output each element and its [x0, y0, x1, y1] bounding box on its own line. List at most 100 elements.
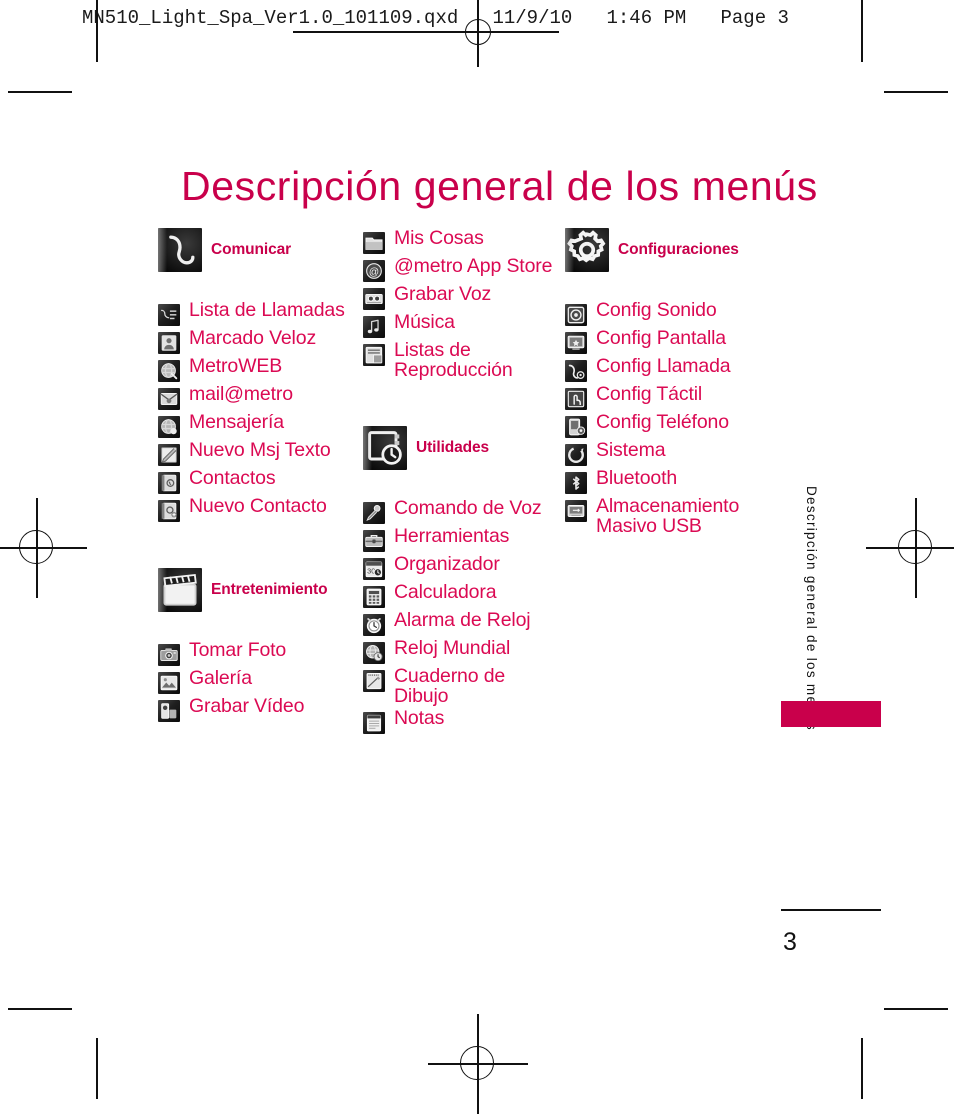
menu-item-label: Tomar Foto: [189, 639, 287, 661]
menu-item-list: Comando de Voz Herramientas 30 Organizador C…: [363, 497, 563, 735]
menu-item-config-sonido[interactable]: Config Sonido: [565, 300, 780, 326]
category-spacer: [565, 276, 780, 300]
menu-item-label: Config Sonido: [596, 299, 717, 321]
menu-item-label: Alarma de Reloj: [394, 609, 531, 632]
menu-item-label: Sistema: [596, 439, 666, 461]
speed-dial-person-icon: [158, 332, 180, 354]
menu-item-galeria[interactable]: Galería: [158, 668, 358, 694]
menu-item-config-telefono[interactable]: Config Teléfono: [565, 412, 780, 438]
menu-item-mail-metro[interactable]: mail@metro: [158, 384, 358, 410]
menu-category-label: Utilidades: [416, 439, 490, 457]
touch-settings-icon: [565, 388, 587, 410]
menu-item-label: Reloj Mundial: [394, 637, 511, 660]
page-number: 3: [783, 928, 797, 956]
menu-item-label: Mis Cosas: [394, 227, 484, 249]
menu-item-label: Mensajería: [189, 411, 284, 433]
sound-settings-icon: [565, 304, 587, 326]
menu-item-grabar-video[interactable]: Grabar Vídeo: [158, 696, 358, 722]
menu-item-nuevo-contacto[interactable]: Nuevo Contacto: [158, 496, 358, 522]
menu-item-calculadora[interactable]: Calculadora: [363, 581, 563, 609]
menu-item-label: Comando de Voz: [394, 497, 542, 520]
camcorder-icon: [158, 700, 180, 722]
display-settings-icon: [565, 332, 587, 354]
menu-item-list: Tomar Foto Galería Grabar Vídeo: [158, 640, 358, 722]
menu-item-list: Mis Cosas @ @metro App Store Grabar Voz Músi…: [363, 228, 563, 380]
sketchpad-icon: [363, 670, 385, 693]
menu-item-metroweb[interactable]: MetroWEB: [158, 356, 358, 382]
menu-item-nuevo-msj-texto[interactable]: Nuevo Msj Texto: [158, 440, 358, 466]
system-icon: [565, 444, 587, 466]
menu-item-config-llamada[interactable]: Config Llamada: [565, 356, 780, 382]
menu-item-label: Config Llamada: [596, 355, 731, 377]
menu-item-mensajeria[interactable]: Mensajería: [158, 412, 358, 438]
menu-item-label: Grabar Voz: [394, 283, 492, 305]
menu-category-configuraciones[interactable]: Configuraciones: [565, 228, 780, 272]
menu-item-label: Calculadora: [394, 581, 497, 604]
bluetooth-icon: [565, 472, 587, 494]
menu-category-label: Comunicar: [211, 240, 292, 258]
menu-item-label: Nuevo Msj Texto: [189, 439, 331, 461]
phone-handset-icon: [158, 228, 202, 272]
phone-settings-icon: [565, 416, 587, 438]
menu-category-label: Configuraciones: [618, 240, 739, 258]
messaging-globe-icon: [158, 416, 180, 438]
contacts-book-icon: [158, 472, 180, 494]
menu-item-label: @metro App Store: [394, 255, 553, 277]
menu-item-label: Contactos: [189, 467, 276, 489]
menu-category-comunicar[interactable]: Comunicar: [158, 228, 358, 272]
menu-item-metro-app-store[interactable]: @ @metro App Store: [363, 256, 563, 282]
envelope-mail-icon: [158, 388, 180, 410]
menu-item-list: Lista de Llamadas Marcado Veloz MetroWEB ma…: [158, 300, 358, 522]
menu-item-config-pantalla[interactable]: Config Pantalla: [565, 328, 780, 354]
menu-item-list: Config Sonido Config Pantalla Config Llama…: [565, 300, 780, 536]
menu-item-almacenamiento-masivo-usb[interactable]: Almacenamiento Masivo USB: [565, 496, 780, 536]
svg-text:@: @: [369, 267, 379, 278]
menu-item-label: Bluetooth: [596, 467, 678, 489]
category-spacer: [158, 276, 358, 300]
menu-item-listas-de-reproduccion[interactable]: Listas de Reproducción: [363, 340, 563, 380]
menu-item-alarma-de-reloj[interactable]: Alarma de Reloj: [363, 609, 563, 637]
playlist-icon: [363, 344, 385, 366]
menu-item-mis-cosas[interactable]: Mis Cosas: [363, 228, 563, 254]
film-clapper-icon: [158, 568, 202, 612]
menu-item-notas[interactable]: Notas: [363, 707, 563, 735]
menu-item-tomar-foto[interactable]: Tomar Foto: [158, 640, 358, 666]
menu-column-2: Mis Cosas @ @metro App Store Grabar Voz Músi…: [363, 228, 563, 736]
menu-item-label: MetroWEB: [189, 355, 283, 377]
menu-item-contactos[interactable]: Contactos: [158, 468, 358, 494]
menu-category-entretenimiento[interactable]: Entretenimiento: [158, 568, 358, 612]
globe-browser-icon: [158, 360, 180, 382]
menu-item-label: Config Pantalla: [596, 327, 727, 349]
menu-item-musica[interactable]: Música: [363, 312, 563, 338]
microphone-icon: [363, 502, 385, 525]
menu-item-reloj-mundial[interactable]: Reloj Mundial: [363, 637, 563, 665]
menu-item-label: Música: [394, 311, 455, 333]
menu-item-organizador[interactable]: 30 Organizador: [363, 554, 563, 581]
side-thumb-tab: [781, 701, 881, 727]
at-store-icon: @: [363, 260, 385, 282]
menu-item-sistema[interactable]: Sistema: [565, 440, 780, 466]
gallery-icon: [158, 672, 180, 694]
music-note-icon: [363, 316, 385, 338]
menu-item-comando-de-voz[interactable]: Comando de Voz: [363, 497, 563, 525]
menu-item-herramientas[interactable]: Herramientas: [363, 526, 563, 553]
usb-storage-icon: [565, 500, 587, 522]
menu-item-bluetooth[interactable]: Bluetooth: [565, 468, 780, 494]
menu-item-label: Cuaderno de Dibujo: [394, 665, 506, 708]
menu-item-label: mail@metro: [189, 383, 293, 405]
menu-category-utilidades[interactable]: Utilidades: [363, 426, 563, 471]
menu-item-config-tactil[interactable]: Config Táctil: [565, 384, 780, 410]
menu-item-lista-de-llamadas[interactable]: Lista de Llamadas: [158, 300, 358, 326]
menu-item-label: Marcado Veloz: [189, 327, 317, 349]
alarm-clock-icon: [363, 614, 385, 637]
calculator-icon: [363, 586, 385, 609]
menu-category-label: Entretenimiento: [211, 580, 328, 598]
menu-item-grabar-voz[interactable]: Grabar Voz: [363, 284, 563, 310]
menu-item-label: Notas: [394, 707, 445, 730]
menu-item-marcado-veloz[interactable]: Marcado Veloz: [158, 328, 358, 354]
menu-item-cuaderno-de-dibujo[interactable]: Cuaderno de Dibujo: [363, 666, 563, 706]
menu-item-label: Nuevo Contacto: [189, 495, 327, 517]
menu-item-label: Grabar Vídeo: [189, 695, 305, 717]
calendar-organizer-icon: 30: [363, 558, 385, 581]
